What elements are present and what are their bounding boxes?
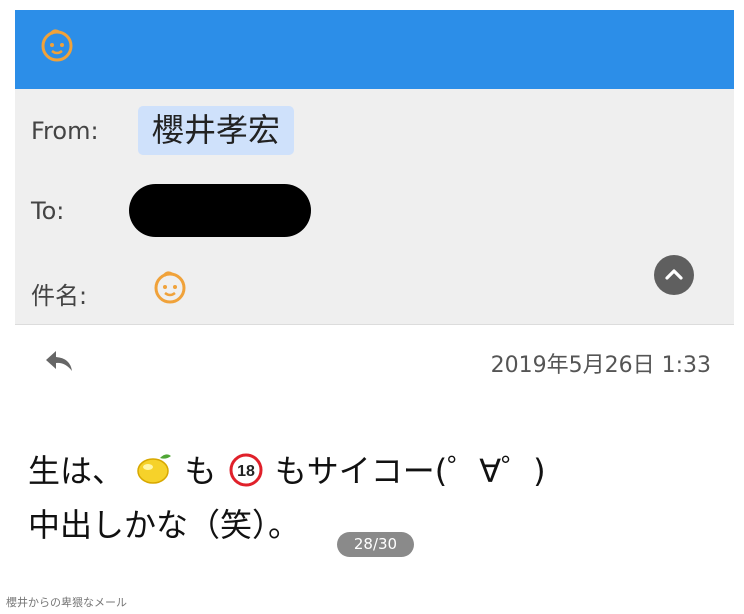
no-under-18-icon: 18 xyxy=(229,453,263,487)
message-body-line-1: 生は、 も 18 もサイコー(゜∀゜) xyxy=(28,446,546,492)
from-label: From: xyxy=(31,117,99,145)
to-label: To: xyxy=(31,197,65,225)
app-bar xyxy=(15,10,734,89)
message-date: 2019年5月26日 1:33 xyxy=(490,353,711,378)
chevron-up-icon xyxy=(665,269,683,280)
body-text: もサイコー(゜∀゜) xyxy=(274,452,546,490)
message-header: From: 櫻井孝宏 To: 件名: xyxy=(15,89,734,325)
baby-face-icon[interactable] xyxy=(37,25,77,65)
image-caption: 櫻井からの卑猥なメール xyxy=(6,596,127,609)
body-text: も xyxy=(184,452,217,490)
recipient-redacted xyxy=(129,184,311,237)
page-indicator: 28/30 xyxy=(337,532,414,557)
subject-label: 件名: xyxy=(31,282,88,310)
body-text: 生は、 xyxy=(28,452,125,490)
sender-chip[interactable]: 櫻井孝宏 xyxy=(138,106,295,155)
collapse-header-button[interactable] xyxy=(654,255,694,295)
svg-text:18: 18 xyxy=(237,463,255,480)
baby-face-icon xyxy=(154,271,186,304)
lemon-icon xyxy=(137,454,172,484)
reply-icon[interactable] xyxy=(43,347,75,375)
message-body-line-2: 中出しかな（笑）。 xyxy=(28,506,301,544)
